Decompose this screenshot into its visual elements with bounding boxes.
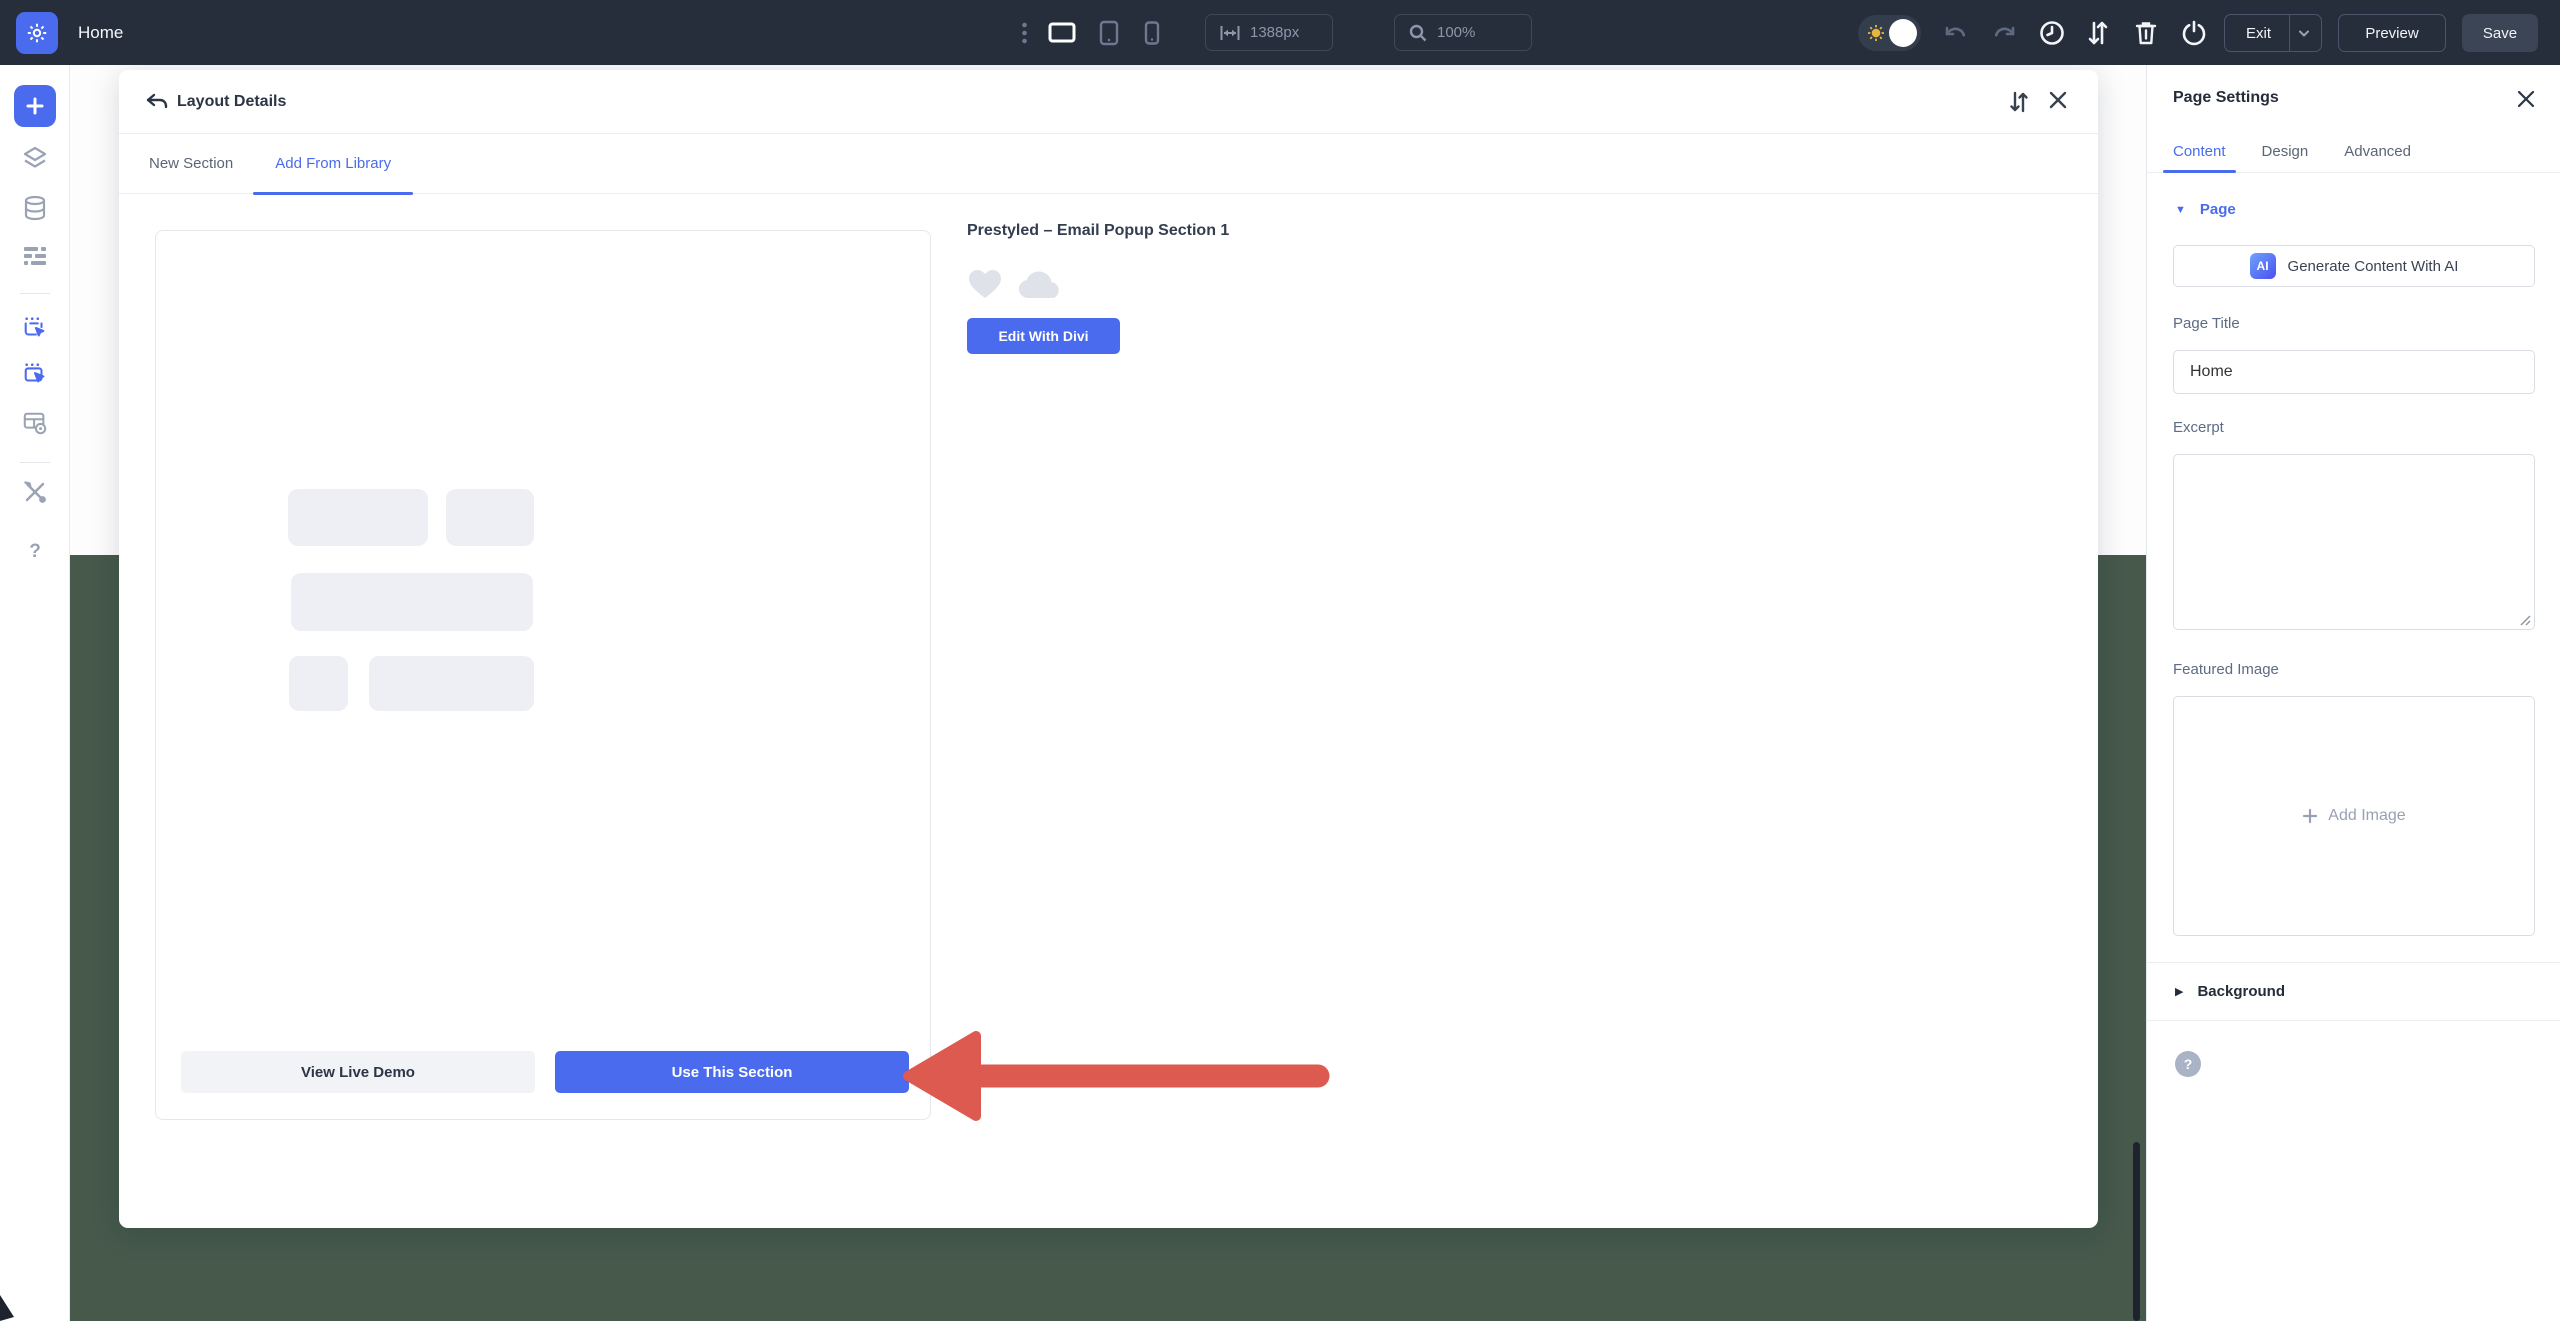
caret-down-icon[interactable] [2290,15,2318,51]
back-arrow-icon[interactable] [145,90,169,114]
modal-header: Layout Details [119,70,2098,134]
cloud-icon[interactable] [1017,269,1063,299]
insert-section-filled-icon[interactable] [22,361,48,387]
exit-button[interactable]: Exit [2224,14,2322,52]
insert-section-icon[interactable] [22,315,48,341]
canvas-zoom-input[interactable]: 100% [1394,14,1532,51]
help-icon[interactable]: ? [22,539,48,565]
add-image-dropzone[interactable]: Add Image [2173,696,2535,936]
redo-icon[interactable] [1990,0,2020,65]
theme-toggle-knob [1889,19,1917,47]
featured-image-label: Featured Image [2173,661,2279,678]
page-title-label: Page Title [2173,315,2240,332]
panel-tab-bar: Content Design Advanced [2147,131,2560,173]
page-section-toggle[interactable]: ▼ Page [2175,201,2236,218]
help-button[interactable]: ? [2175,1051,2201,1077]
skeleton-block [289,656,348,711]
sort-icon[interactable] [2082,0,2114,65]
tab-content[interactable]: Content [2173,131,2226,172]
caret-right-icon: ▶ [2175,985,2183,998]
use-this-section-button[interactable]: Use This Section [555,1051,909,1093]
canvas-width-value: 1388px [1250,24,1299,41]
left-sidebar: ? [0,65,70,1321]
mouse-cursor [0,1295,18,1321]
tab-design[interactable]: Design [2262,131,2309,172]
sidebar-divider [20,293,50,294]
split-test-icon[interactable] [22,410,48,436]
tab-advanced[interactable]: Advanced [2344,131,2411,172]
theme-toggle-sun-icon [1867,24,1885,42]
heart-icon[interactable] [967,268,1003,300]
caret-down-icon: ▼ [2175,204,2186,216]
canvas-width-input[interactable]: 1388px [1205,14,1333,51]
top-bar: Home 1388px 100% [0,0,2560,65]
excerpt-label: Excerpt [2173,419,2224,436]
generate-content-ai-button[interactable]: AI Generate Content With AI [2173,245,2535,287]
panel-title: Page Settings [2173,89,2279,107]
kebab-menu-icon[interactable] [1014,0,1034,65]
page-settings-panel: Page Settings Content Design Advanced ▼ … [2146,65,2560,1321]
background-section-toggle[interactable]: ▶ Background [2147,962,2560,1021]
view-live-demo-button[interactable]: View Live Demo [181,1051,535,1093]
preview-button[interactable]: Preview [2338,14,2446,52]
skeleton-block [288,489,428,546]
close-icon[interactable] [2048,90,2072,114]
plus-icon [25,96,45,116]
skeleton-block [446,489,534,546]
database-icon[interactable] [22,195,48,221]
gear-icon [25,21,49,45]
vertical-scrollbar[interactable] [2133,1142,2140,1321]
edit-with-divi-button[interactable]: Edit With Divi [967,318,1120,354]
generate-content-ai-label: Generate Content With AI [2288,258,2459,275]
edit-with-divi-label: Edit With Divi [998,328,1088,344]
phone-icon[interactable] [1138,0,1166,65]
rows-icon[interactable] [22,243,48,269]
trash-icon[interactable] [2130,0,2162,65]
add-image-label: Add Image [2328,807,2405,825]
page-section-label: Page [2200,201,2236,218]
preview-label: Preview [2365,25,2418,42]
tablet-icon[interactable] [1094,0,1124,65]
undo-icon[interactable] [1940,0,1970,65]
history-icon[interactable] [2036,0,2068,65]
view-live-demo-label: View Live Demo [301,1064,415,1081]
layout-item-title: Prestyled – Email Popup Section 1 [967,222,1229,240]
theme-toggle[interactable] [1858,15,1921,51]
tab-add-from-library[interactable]: Add From Library [275,134,391,194]
add-module-button[interactable] [14,85,56,127]
power-icon[interactable] [2178,0,2210,65]
save-button[interactable]: Save [2462,14,2538,52]
sidebar-divider [20,462,50,463]
background-section-label: Background [2197,983,2285,1000]
width-icon [1220,25,1240,41]
skeleton-block [291,573,533,631]
layers-icon[interactable] [22,145,48,171]
exit-label[interactable]: Exit [2228,15,2290,51]
use-this-section-label: Use This Section [672,1064,793,1081]
settings-gear-button[interactable] [16,12,58,54]
excerpt-textarea[interactable] [2173,454,2535,630]
zoom-icon [1409,24,1427,42]
modal-title: Layout Details [177,70,286,134]
layout-details-modal: Layout Details New Section Add From Libr… [119,70,2098,1228]
page-title-input[interactable] [2173,350,2535,394]
tools-icon[interactable] [22,479,48,505]
save-label: Save [2483,25,2517,42]
canvas-zoom-value: 100% [1437,24,1475,41]
layout-item-icons [967,268,1063,300]
ai-badge: AI [2250,253,2276,279]
layout-preview-card: View Live Demo Use This Section [155,230,931,1120]
tab-new-section[interactable]: New Section [149,134,233,194]
close-icon[interactable] [2516,89,2536,109]
modal-tab-bar: New Section Add From Library [119,134,2098,194]
desktop-icon[interactable] [1044,0,1080,65]
page-title: Home [78,0,123,65]
divi-builder-app: Home 1388px 100% [0,0,2560,1321]
plus-icon [2302,808,2318,824]
skeleton-block [369,656,534,711]
sort-icon[interactable] [2008,90,2032,114]
